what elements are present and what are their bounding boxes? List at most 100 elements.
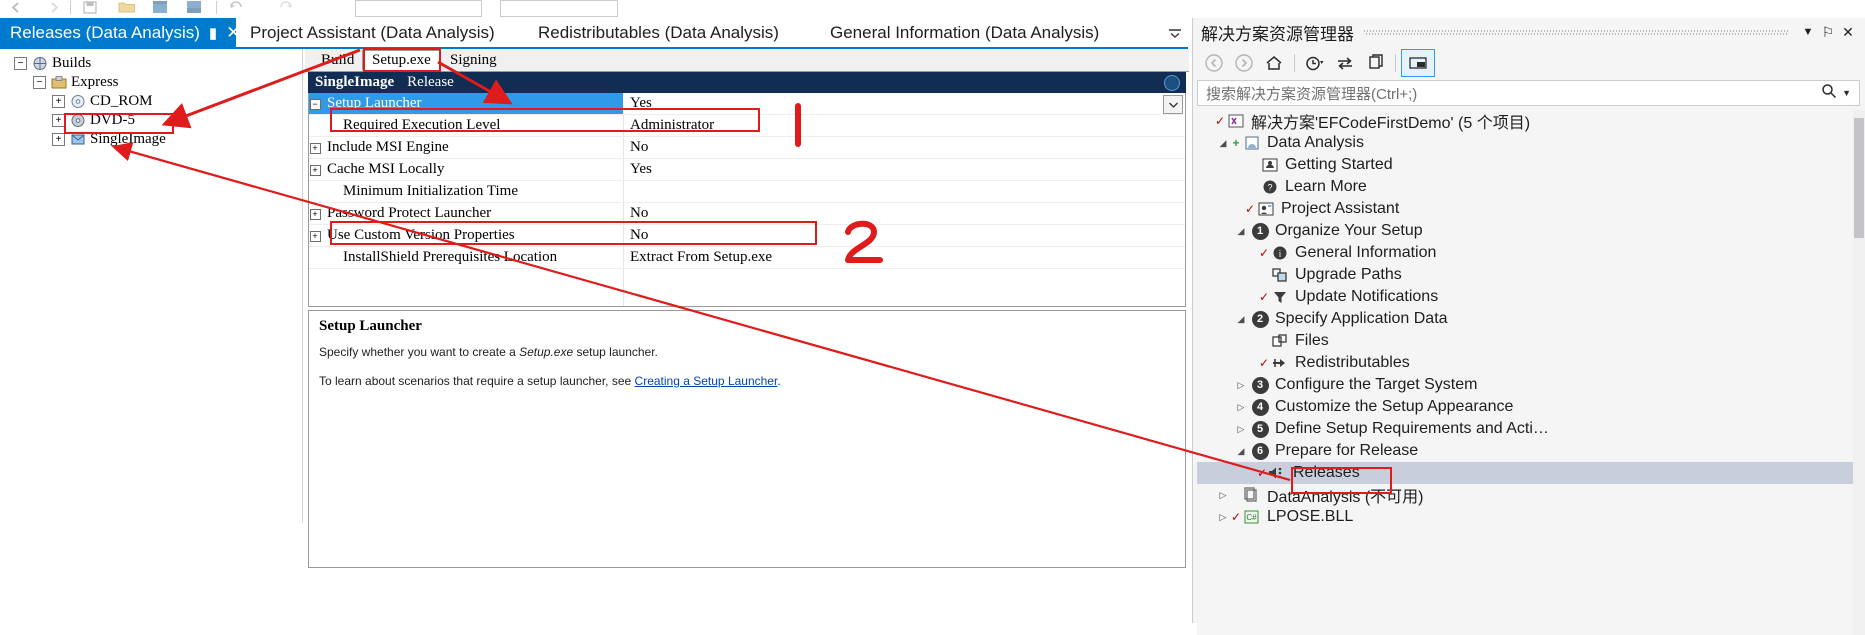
solution-node-root[interactable]: ✓ 解决方案'EFCodeFirstDemo' (5 个项目) <box>1197 110 1860 132</box>
row-expander[interactable]: + <box>309 230 321 242</box>
property-row-installshield-prerequisites-location[interactable]: InstallShield Prerequisites Location Ext… <box>309 247 1185 269</box>
solution-node-configure-target-system[interactable]: ▷ 3 Configure the Target System <box>1197 374 1860 396</box>
redo-icon[interactable] <box>276 0 294 15</box>
expander-arrow[interactable]: ◢ <box>1233 446 1249 457</box>
property-value[interactable]: Yes <box>623 93 1185 114</box>
tab-overflow-button[interactable] <box>1163 18 1187 48</box>
expander-arrow[interactable]: ◢ <box>1233 314 1249 325</box>
solution-node-general-information[interactable]: ✓ i General Information <box>1197 242 1860 264</box>
close-icon[interactable]: ✕ <box>226 23 240 43</box>
solution-tree[interactable]: ✓ 解决方案'EFCodeFirstDemo' (5 个项目) ◢ + Data… <box>1197 110 1860 635</box>
toolbar-combo-2[interactable] <box>500 0 618 17</box>
back-icon[interactable] <box>8 0 26 15</box>
tree-node-builds[interactable]: − Builds <box>0 54 302 73</box>
inner-tab-build[interactable]: Build <box>311 50 365 71</box>
expander-icon[interactable]: + <box>52 133 65 146</box>
solution-node-prepare-for-release[interactable]: ◢ 6 Prepare for Release <box>1197 440 1860 462</box>
expander-icon[interactable]: − <box>14 57 27 70</box>
solution-node-organize-your-setup[interactable]: ◢ 1 Organize Your Setup <box>1197 220 1860 242</box>
scrollbar-thumb[interactable] <box>1854 118 1864 238</box>
back-icon[interactable] <box>1199 50 1229 76</box>
open-folder-icon[interactable] <box>118 0 136 15</box>
window-icon[interactable] <box>152 0 170 15</box>
solution-node-specify-application-data[interactable]: ◢ 2 Specify Application Data <box>1197 308 1860 330</box>
property-row-minimum-initialization-time[interactable]: Minimum Initialization Time <box>309 181 1185 203</box>
solution-node-files[interactable]: Files <box>1197 330 1860 352</box>
pin-icon[interactable]: ▮ <box>209 24 217 42</box>
property-row-password-protect-launcher[interactable]: + Password Protect Launcher No <box>309 203 1185 225</box>
tab-releases[interactable]: Releases (Data Analysis) ▮ ✕ <box>0 18 240 48</box>
row-expander[interactable]: + <box>309 208 321 220</box>
magnifier-icon[interactable] <box>1821 83 1837 103</box>
row-expander[interactable]: − <box>309 98 321 110</box>
expander-arrow[interactable]: ◢ <box>1233 226 1249 237</box>
expander-icon[interactable]: + <box>52 114 65 127</box>
property-value[interactable]: No <box>623 227 1185 244</box>
undo-icon[interactable] <box>228 0 246 15</box>
chevron-down-icon[interactable]: ▼ <box>1842 88 1851 98</box>
property-value[interactable]: Administrator <box>623 117 1185 134</box>
solution-explorer-search[interactable]: 搜索解决方案资源管理器(Ctrl+;) ▼ <box>1197 80 1860 106</box>
property-row-use-custom-version-properties[interactable]: + Use Custom Version Properties No <box>309 225 1185 247</box>
forward-icon[interactable] <box>44 0 62 15</box>
solution-node-lpose-bll[interactable]: ▷ ✓ C# LPOSE.BLL <box>1197 506 1860 528</box>
properties-icon[interactable] <box>1401 49 1435 77</box>
solution-node-define-setup-requirements[interactable]: ▷ 5 Define Setup Requirements and Acti… <box>1197 418 1860 440</box>
expander-arrow[interactable]: ▷ <box>1233 402 1249 413</box>
row-expander[interactable]: + <box>309 142 321 154</box>
expander-icon[interactable]: − <box>33 76 46 89</box>
property-value[interactable]: No <box>623 205 1185 222</box>
sync-icon[interactable] <box>1330 50 1360 76</box>
tree-node-cdrom[interactable]: + CD_ROM <box>0 92 302 111</box>
solution-node-project-assistant[interactable]: ✓ Project Assistant <box>1197 198 1860 220</box>
creating-setup-launcher-link[interactable]: Creating a Setup Launcher <box>635 374 778 388</box>
tab-project-assistant[interactable]: Project Assistant (Data Analysis) <box>240 18 505 48</box>
row-expander[interactable]: + <box>309 164 321 176</box>
tab-general-information[interactable]: General Information (Data Analysis) <box>820 18 1109 48</box>
toolbar-combo-1[interactable] <box>355 0 482 17</box>
expander-arrow[interactable]: ▷ <box>1233 380 1249 391</box>
expander-arrow[interactable]: ▷ <box>1215 512 1231 523</box>
search-input[interactable]: 搜索解决方案资源管理器(Ctrl+;) <box>1206 83 1417 104</box>
solution-node-redistributables[interactable]: ✓ Redistributables <box>1197 352 1860 374</box>
drag-handle[interactable] <box>1364 27 1788 37</box>
solution-node-upgrade-paths[interactable]: Upgrade Paths <box>1197 264 1860 286</box>
pending-changes-icon[interactable] <box>1300 50 1330 76</box>
property-value[interactable]: No <box>623 139 1185 156</box>
property-value[interactable]: Extract From Setup.exe <box>623 249 1185 266</box>
inner-tab-setup-exe[interactable]: Setup.exe <box>362 50 441 71</box>
home-icon[interactable] <box>1259 50 1289 76</box>
solution-node-getting-started[interactable]: Getting Started <box>1197 154 1860 176</box>
chevron-down-icon[interactable]: ▼ <box>1798 26 1818 38</box>
expander-icon[interactable]: + <box>52 95 65 108</box>
property-grid[interactable]: − Setup Launcher Yes Required Execution … <box>308 93 1186 307</box>
inner-tab-signing[interactable]: Signing <box>440 50 507 71</box>
solution-explorer-scrollbar[interactable] <box>1853 110 1865 635</box>
tree-node-dvd5[interactable]: + DVD-5 <box>0 111 302 130</box>
refresh-icon[interactable] <box>1360 50 1390 76</box>
property-row-cache-msi-locally[interactable]: + Cache MSI Locally Yes <box>309 159 1185 181</box>
tab-redistributables[interactable]: Redistributables (Data Analysis) <box>528 18 789 48</box>
value-dropdown-button[interactable] <box>1163 95 1183 114</box>
solution-node-releases[interactable]: ✓ Releases <box>1197 462 1860 484</box>
tree-node-singleimage[interactable]: + SingleImage <box>0 130 302 149</box>
close-icon[interactable]: ✕ <box>1838 24 1858 41</box>
solution-node-update-notifications[interactable]: ✓ Update Notifications <box>1197 286 1860 308</box>
property-row-required-execution-level[interactable]: Required Execution Level Administrator <box>309 115 1185 137</box>
expander-arrow[interactable]: ▷ <box>1215 490 1231 501</box>
expander-arrow[interactable]: ▷ <box>1233 424 1249 435</box>
help-circle-icon[interactable] <box>1164 75 1180 91</box>
property-row-setup-launcher[interactable]: − Setup Launcher Yes <box>309 93 1185 115</box>
solution-node-dataanalysis-unavailable[interactable]: ▷ DataAnalysis (不可用) <box>1197 484 1860 506</box>
tree-node-express[interactable]: − Express <box>0 73 302 92</box>
forward-icon[interactable] <box>1229 50 1259 76</box>
expander-arrow[interactable]: ◢ <box>1215 138 1231 149</box>
property-row-include-msi-engine[interactable]: + Include MSI Engine No <box>309 137 1185 159</box>
solution-node-learn-more[interactable]: ? Learn More <box>1197 176 1860 198</box>
pin-icon[interactable]: ⚐ <box>1818 24 1838 41</box>
window2-icon[interactable] <box>186 0 204 15</box>
property-value[interactable]: Yes <box>623 161 1185 178</box>
save-icon[interactable] <box>82 0 100 15</box>
solution-node-customize-setup-appearance[interactable]: ▷ 4 Customize the Setup Appearance <box>1197 396 1860 418</box>
solution-node-data-analysis[interactable]: ◢ + Data Analysis <box>1197 132 1860 154</box>
